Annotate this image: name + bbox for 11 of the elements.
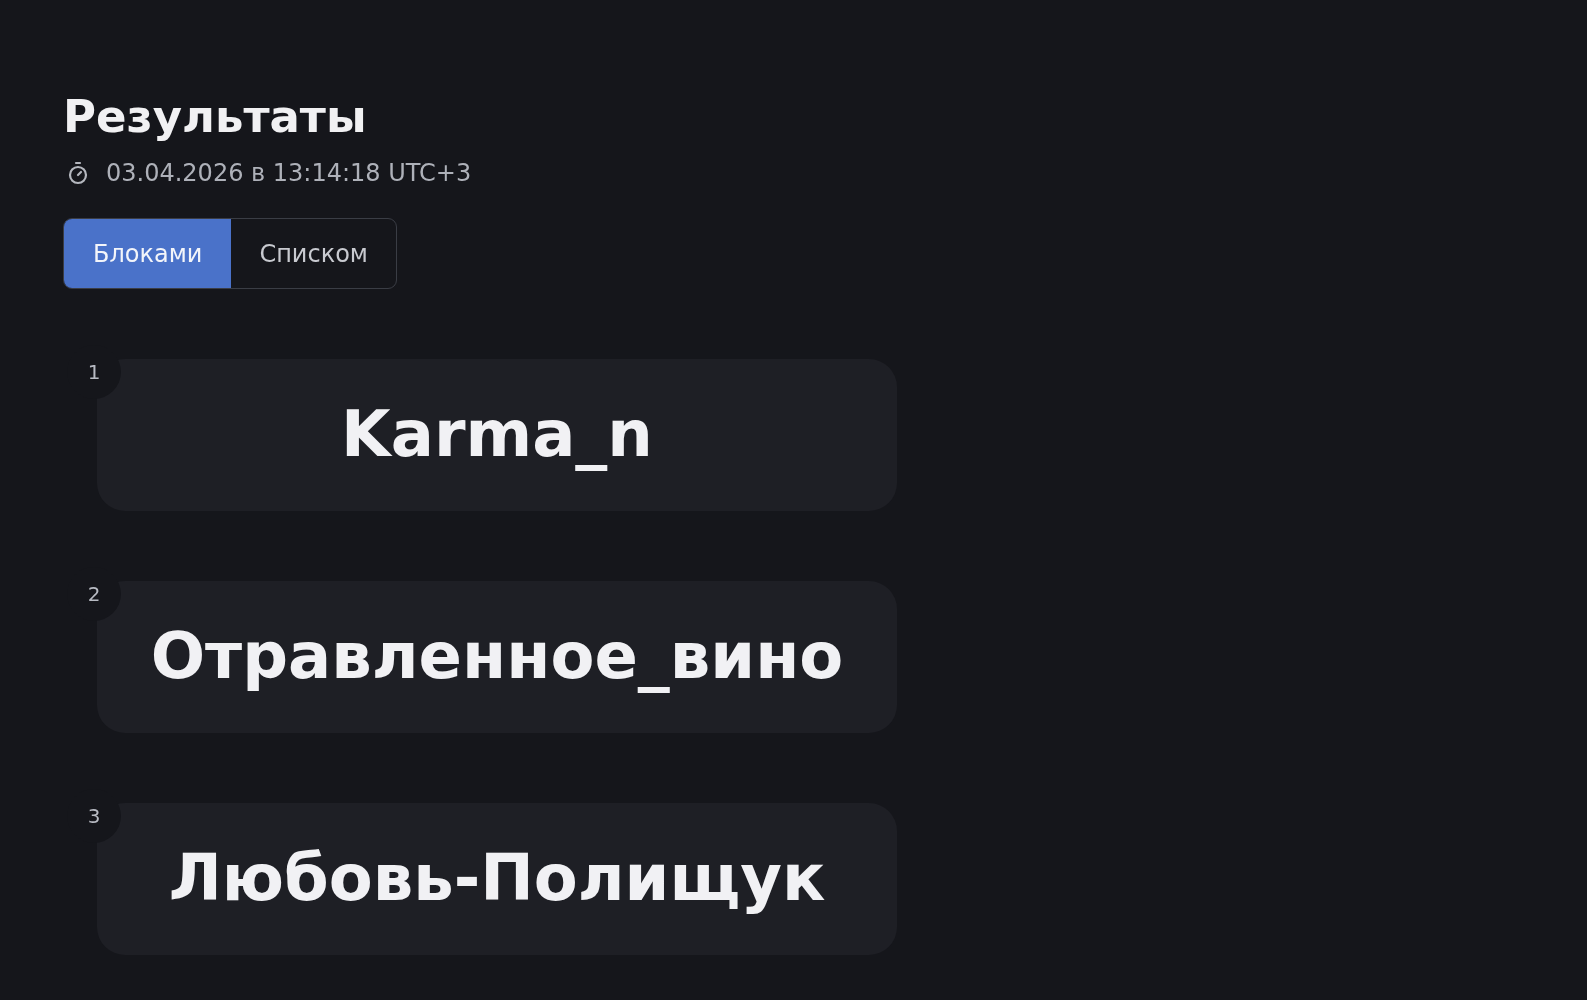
result-name: Любовь-Полищук: [168, 840, 826, 918]
timestamp: 03.04.2026 в 13:14:18 UTC+3: [106, 158, 472, 188]
view-tab[interactable]: Блоками: [64, 219, 232, 288]
rank-number: 1: [87, 362, 101, 382]
result-name: Karma_n: [341, 396, 653, 474]
rank-number: 2: [87, 584, 101, 604]
view-tab[interactable]: Списком: [231, 219, 396, 288]
page-title: Результаты: [63, 90, 367, 144]
rank-number: 3: [87, 806, 101, 826]
stopwatch-icon: [66, 161, 90, 185]
result-name: Отравленное_вино: [150, 618, 844, 696]
